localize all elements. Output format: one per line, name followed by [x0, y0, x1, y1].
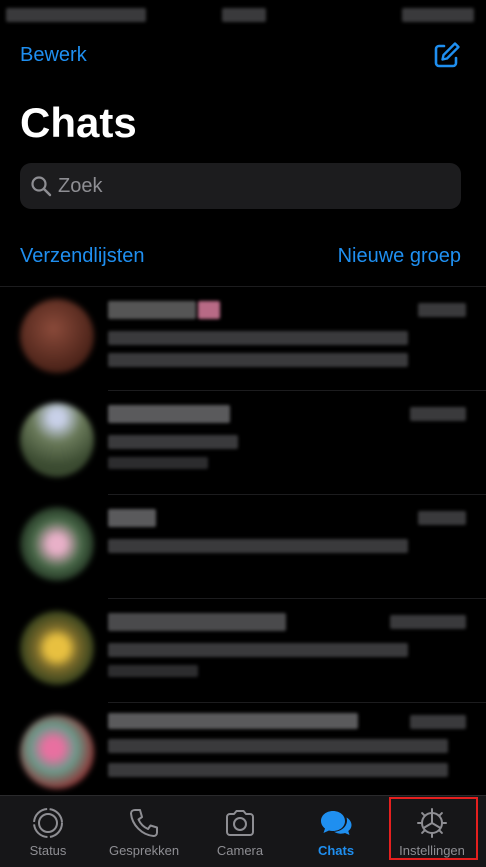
tab-status[interactable]: Status [0, 796, 96, 867]
chat-name-obscured [108, 713, 358, 729]
chat-name-obscured [108, 509, 156, 527]
chat-time-obscured [410, 715, 466, 729]
chat-preview-obscured [108, 353, 408, 367]
chat-preview-obscured [108, 457, 208, 469]
search-input[interactable] [58, 163, 448, 209]
camera-icon [226, 810, 254, 836]
avatar [20, 403, 94, 477]
compose-icon[interactable] [432, 40, 462, 70]
chat-preview-obscured [108, 643, 408, 657]
gear-icon [417, 808, 447, 838]
chat-time-obscured [390, 615, 466, 629]
top-bar: Bewerk [0, 38, 486, 74]
tab-chats[interactable]: Chats [288, 796, 384, 867]
chat-preview-obscured [108, 739, 448, 753]
tab-label: Chats [317, 843, 355, 858]
chat-name-obscured [108, 405, 230, 423]
page-title: Chats [20, 99, 137, 146]
phone-icon [130, 809, 158, 837]
tab-bar: Status Gesprekken Camera Chats Instellin [0, 795, 486, 867]
status-battery-obscured [402, 8, 474, 22]
avatar [20, 611, 94, 685]
tab-label: Status [29, 843, 67, 858]
status-time-obscured [6, 8, 146, 22]
chat-row[interactable] [0, 391, 486, 495]
chats-icon [321, 811, 352, 835]
chat-name-obscured [198, 301, 220, 319]
tab-label: Instellingen [399, 843, 465, 858]
tab-settings[interactable]: Instellingen [384, 796, 480, 867]
chat-row[interactable] [0, 599, 486, 703]
chat-row[interactable] [0, 287, 486, 391]
search-bar[interactable] [20, 163, 461, 209]
search-icon [31, 176, 52, 197]
new-group-link[interactable]: Nieuwe groep [338, 245, 461, 268]
avatar [20, 507, 94, 581]
avatar [20, 299, 94, 373]
chat-time-obscured [418, 511, 466, 525]
broadcast-lists-link[interactable]: Verzendlijsten [20, 245, 145, 268]
chat-name-obscured [108, 301, 196, 319]
chat-preview-obscured [108, 539, 408, 553]
chat-preview-obscured [108, 665, 198, 677]
tab-label: Camera [216, 843, 264, 858]
chat-row[interactable] [0, 703, 486, 795]
chat-preview-obscured [108, 435, 238, 449]
list-actions: Verzendlijsten Nieuwe groep [20, 245, 461, 271]
chat-row[interactable] [0, 495, 486, 599]
tab-camera[interactable]: Camera [192, 796, 288, 867]
chat-list [0, 287, 486, 795]
chat-preview-obscured [108, 763, 448, 777]
status-bar [0, 0, 486, 32]
chat-name-obscured [108, 613, 286, 631]
tab-label: Gesprekken [108, 843, 180, 858]
chat-time-obscured [418, 303, 466, 317]
chat-time-obscured [410, 407, 466, 421]
chat-preview-obscured [108, 331, 408, 345]
edit-button[interactable]: Bewerk [20, 44, 87, 67]
avatar [20, 715, 94, 789]
tab-calls[interactable]: Gesprekken [96, 796, 192, 867]
status-icon [33, 808, 63, 838]
status-center-obscured [222, 8, 266, 22]
